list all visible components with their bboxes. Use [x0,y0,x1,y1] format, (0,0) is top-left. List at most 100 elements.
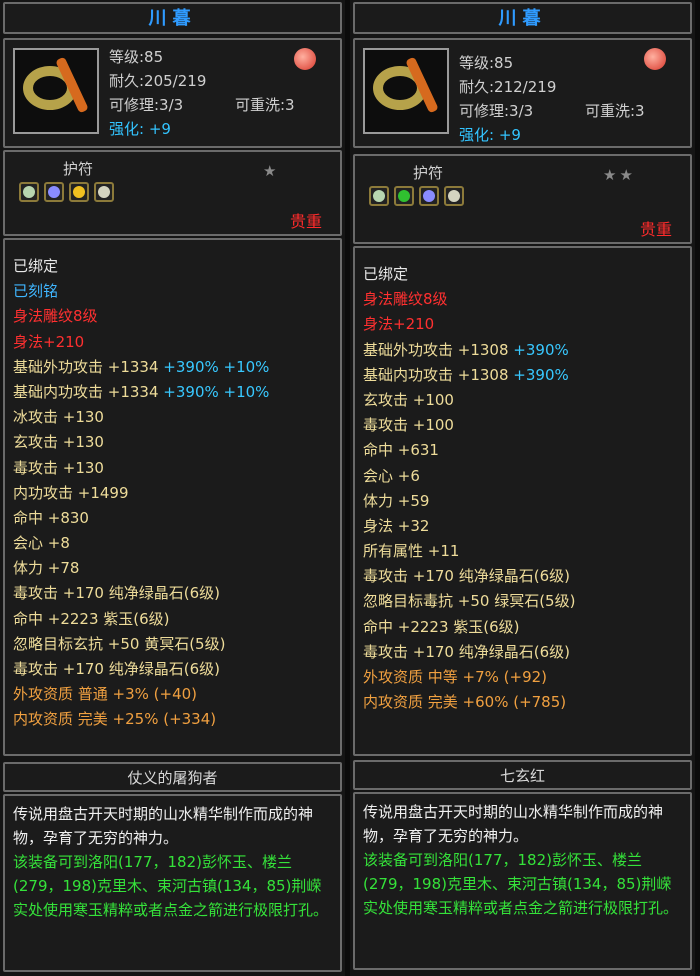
attribute-line: 会心 +6 [355,464,690,489]
item-level: 等级:85 [109,48,164,66]
attribute-line: 外攻资质 普通 +3% (+40) [5,682,340,707]
attribute-bonus: +390% [508,365,569,384]
attribute-bonus: +390% +10% [158,357,270,376]
gem-icon [98,186,110,198]
gem-slot[interactable] [19,182,39,202]
attribute-text: 基础外功攻击 +1334 [13,357,159,376]
item-title: 川暮 [3,2,342,34]
attribute-text: 命中 +2223 紫玉(6级) [363,617,520,636]
attribute-text: 已刻铭 [13,282,59,301]
attribute-line: 冰攻击 +130 [5,405,340,430]
attribute-line: 毒攻击 +170 纯净绿晶石(6级) [355,640,690,665]
item-repairable: 可修理:3/3 [459,102,534,120]
attribute-text: 忽略目标毒抗 +50 绿冥石(5级) [363,592,576,611]
socket-hint-text: 该装备可到洛阳(177，182)彭怀玉、楼兰(279，198)克里木、束河古镇(… [363,851,679,917]
attribute-line: 基础内功攻击 +1308 +390% [355,363,690,388]
attribute-text: 毒攻击 +170 纯净绿晶石(6级) [13,584,220,603]
amulet-section: 护符 ★ 贵重 [3,150,342,236]
attribute-line: 基础外功攻击 +1334 +390% +10% [5,355,340,380]
gem-slots [19,182,114,202]
attribute-line: 身法+210 [5,330,340,355]
attribute-line: 命中 +631 [355,438,690,463]
gem-slot[interactable] [69,182,89,202]
item-rewashable: 可重洗:3 [585,102,645,120]
amulet-label: 护符 [413,164,444,182]
set-name: 仗义的屠狗者 [3,762,342,792]
attribute-text: 外攻资质 普通 +3% (+40) [13,685,198,704]
attribute-list: 已绑定 身法雕纹8级 身法+210 基础外功攻击 +1308 +390% 基础内功攻击 … [353,246,692,756]
attribute-text: 玄攻击 +100 [363,390,454,409]
attribute-line: 基础外功攻击 +1308 +390% [355,338,690,363]
lore-text: 传说用盘古开天时期的山水精华制作而成的神物，孕育了无穷的神力。 [13,805,314,847]
attribute-text: 毒攻击 +100 [363,416,454,435]
item-rewashable: 可重洗:3 [235,96,295,114]
attribute-line: 体力 +59 [355,489,690,514]
attribute-line: 已刻铭 [5,279,340,304]
amulet-section: 护符 ★★ 贵重 [353,154,692,244]
attribute-text: 忽略目标玄抗 +50 黄冥石(5级) [13,634,226,653]
attribute-text: 基础内功攻击 +1308 [363,365,509,384]
attribute-line: 玄攻击 +130 [5,430,340,455]
attribute-text: 内攻资质 完美 +25% (+334) [13,710,217,729]
gem-icon [423,190,435,202]
gem-icon [48,186,60,198]
attribute-line: 身法 +32 [355,514,690,539]
attribute-text: 命中 +631 [363,441,439,460]
attribute-line: 毒攻击 +170 纯净绿晶石(6级) [355,564,690,589]
attribute-bonus: +390% +10% [158,382,270,401]
attribute-line: 命中 +830 [5,506,340,531]
gem-slot[interactable] [394,186,414,206]
attribute-text: 毒攻击 +170 纯净绿晶石(6级) [363,642,570,661]
attribute-line: 忽略目标玄抗 +50 黄冥石(5级) [5,632,340,657]
item-description: 传说用盘古开天时期的山水精华制作而成的神物，孕育了无穷的神力。 该装备可到洛阳(… [3,794,342,972]
attribute-text: 内攻资质 完美 +60% (+785) [363,693,567,712]
gem-slot[interactable] [419,186,439,206]
attribute-line: 命中 +2223 紫玉(6级) [355,615,690,640]
fire-gem-icon [644,48,666,70]
item-level: 等级:85 [459,54,514,72]
precious-tag: 贵重 [289,212,322,231]
attribute-line: 外攻资质 中等 +7% (+92) [355,665,690,690]
item-enhance: 强化: +9 [459,126,521,144]
attribute-line: 忽略目标毒抗 +50 绿冥石(5级) [355,589,690,614]
attribute-line: 身法雕纹8级 [355,287,690,312]
attribute-line: 会心 +8 [5,531,340,556]
attribute-line: 毒攻击 +100 [355,413,690,438]
attribute-text: 身法雕纹8级 [363,290,448,309]
attribute-line: 内攻资质 完美 +25% (+334) [5,707,340,732]
star-rating: ★★ [603,166,636,184]
gem-slot[interactable] [444,186,464,206]
gem-icon [398,190,410,202]
attribute-text: 基础外功攻击 +1308 [363,340,509,359]
attribute-text: 身法 +32 [363,516,430,535]
attribute-line: 身法+210 [355,312,690,337]
star-rating: ★ [263,162,280,180]
attribute-text: 内功攻击 +1499 [13,483,129,502]
attribute-text: 玄攻击 +130 [13,433,104,452]
attribute-line: 毒攻击 +170 纯净绿晶石(6级) [5,657,340,682]
attribute-line: 玄攻击 +100 [355,388,690,413]
fire-gem-icon [294,48,316,70]
item-icon [13,48,99,134]
item-title: 川暮 [353,2,692,34]
attribute-line: 体力 +78 [5,556,340,581]
attribute-text: 外攻资质 中等 +7% (+92) [363,668,548,686]
attribute-text: 毒攻击 +170 纯净绿晶石(6级) [363,567,570,586]
item-info: 等级:85 耐久:212/219 可修理:3/3 可重洗:3 强化: +9 [353,38,692,148]
gem-icon [448,190,460,202]
gem-slot[interactable] [94,182,114,202]
attribute-text: 身法+210 [13,332,85,351]
attribute-line: 已绑定 [355,262,690,287]
attribute-text: 已绑定 [13,257,59,275]
attribute-text: 命中 +2223 紫玉(6级) [13,609,170,628]
attribute-text: 体力 +59 [363,491,430,510]
attribute-text: 身法雕纹8级 [13,307,98,326]
precious-tag: 贵重 [639,220,672,239]
attribute-line: 基础内功攻击 +1334 +390% +10% [5,380,340,405]
attribute-text: 冰攻击 +130 [13,408,104,427]
gem-slot[interactable] [44,182,64,202]
item-tooltip-left: 川暮 等级:85 耐久:205/219 可修理:3/3 可重洗:3 强化: +9… [0,0,345,976]
attribute-line: 身法雕纹8级 [5,304,340,329]
gem-slot[interactable] [369,186,389,206]
item-durability: 耐久:205/219 [109,72,207,90]
